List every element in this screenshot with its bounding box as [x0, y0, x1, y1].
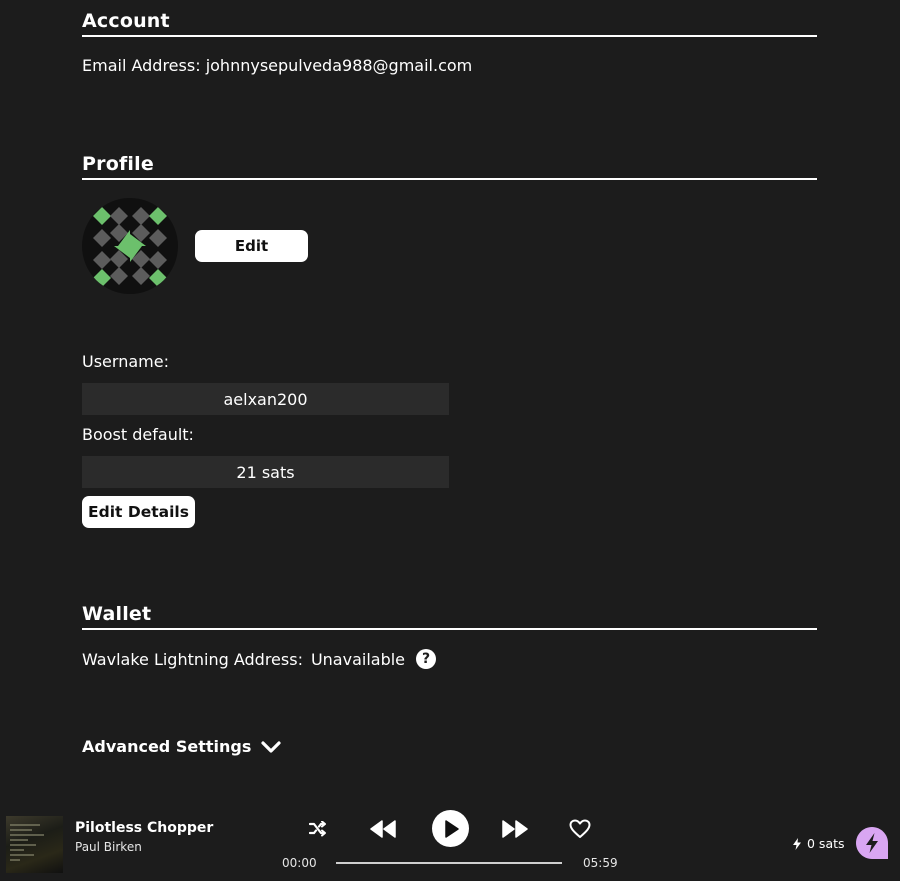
total-time: 05:59 — [583, 856, 618, 870]
elapsed-time: 00:00 — [282, 856, 317, 870]
avatar-pattern-icon — [93, 207, 167, 287]
shuffle-icon[interactable] — [306, 817, 330, 841]
edit-avatar-button[interactable]: Edit — [195, 230, 308, 262]
edit-details-button[interactable]: Edit Details — [82, 496, 195, 528]
track-artist[interactable]: Paul Birken — [75, 840, 142, 854]
play-icon — [444, 819, 459, 838]
rewind-icon[interactable] — [368, 817, 398, 841]
track-title[interactable]: Pilotless Chopper — [75, 820, 213, 836]
heart-icon[interactable] — [568, 817, 592, 841]
email-row: Email Address: johnnysepulveda988@gmail.… — [82, 56, 472, 75]
help-icon[interactable]: ? — [416, 649, 437, 669]
avatar — [82, 198, 178, 294]
boost-default-label: Boost default: — [82, 425, 194, 444]
advanced-settings-label: Advanced Settings — [82, 737, 252, 756]
fast-forward-icon[interactable] — [500, 817, 530, 841]
username-label: Username: — [82, 352, 169, 371]
album-cover[interactable] — [6, 816, 63, 873]
player-bar: Pilotless Chopper Paul Birken 00:00 05:5… — [0, 805, 900, 881]
boost-button[interactable] — [855, 826, 889, 860]
email-label: Email Address: — [82, 56, 201, 75]
chevron-down-icon — [261, 740, 281, 753]
sats-value: 0 sats — [807, 836, 845, 851]
profile-section-title: Profile — [82, 153, 817, 180]
progress-bar[interactable] — [336, 862, 562, 864]
lightning-address-label: Wavlake Lightning Address: — [82, 649, 303, 669]
sats-counter: 0 sats — [793, 836, 845, 851]
boost-lightning-icon — [856, 827, 888, 859]
wallet-section-title: Wallet — [82, 603, 817, 630]
email-value: johnnysepulveda988@gmail.com — [205, 56, 473, 75]
advanced-settings-toggle[interactable]: Advanced Settings — [82, 737, 282, 756]
lightning-address-row: Wavlake Lightning Address: Unavailable ? — [82, 649, 437, 669]
boost-default-value: 21 sats — [82, 456, 449, 488]
play-button[interactable] — [432, 810, 469, 847]
username-value: aelxan200 — [82, 383, 449, 415]
account-section-title: Account — [82, 10, 817, 37]
lightning-icon — [793, 837, 801, 850]
lightning-address-value: Unavailable — [310, 649, 406, 669]
